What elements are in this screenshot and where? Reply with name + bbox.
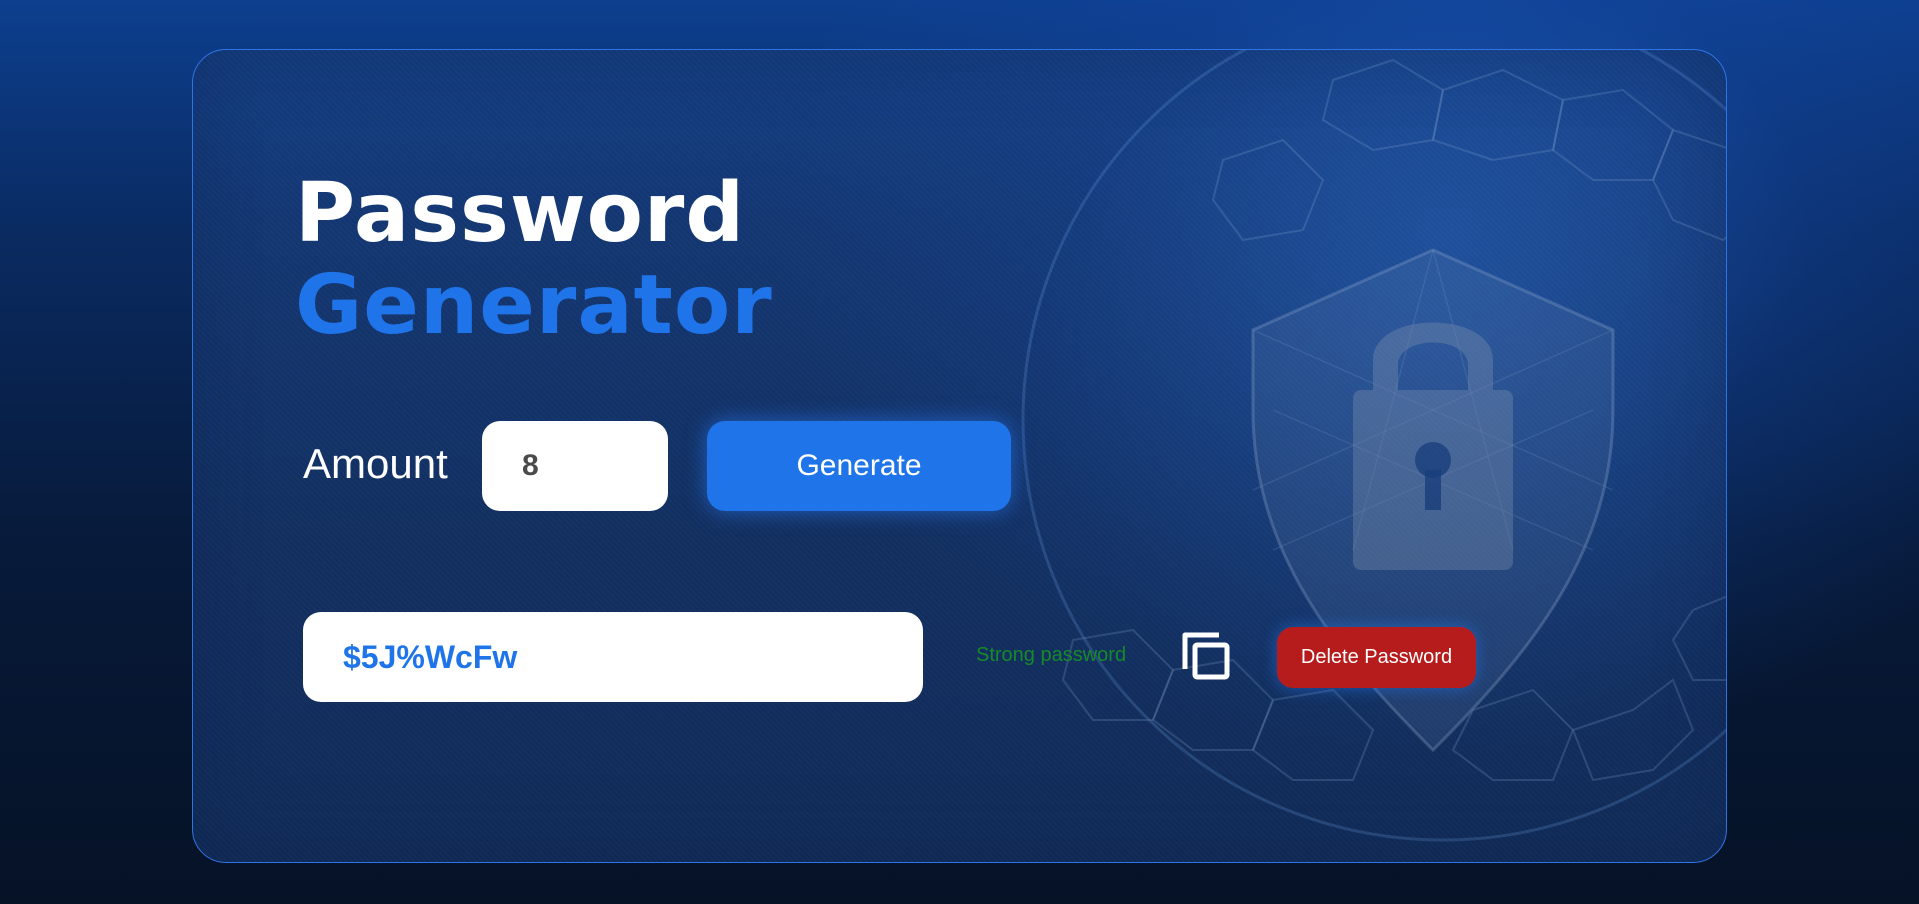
password-output-text: $5J%WcFw [343,638,518,675]
title-line-generator: Generator [295,258,773,353]
amount-label: Amount [303,440,448,487]
copy-icon [1182,632,1230,680]
delete-password-button[interactable]: Delete Password [1277,627,1476,688]
copy-button[interactable] [1179,629,1235,685]
password-strength-text: Strong password [976,644,1127,666]
generate-button[interactable]: Generate [707,421,1011,511]
shield-lock-icon [1021,50,1726,842]
generator-card: Password Generator Amount Generate $5J%W… [192,49,1727,863]
password-output-field[interactable]: $5J%WcFw [303,612,923,702]
title-line-password: Password [295,166,746,261]
page-title: Password Generator [295,168,773,352]
amount-input[interactable] [482,421,668,511]
